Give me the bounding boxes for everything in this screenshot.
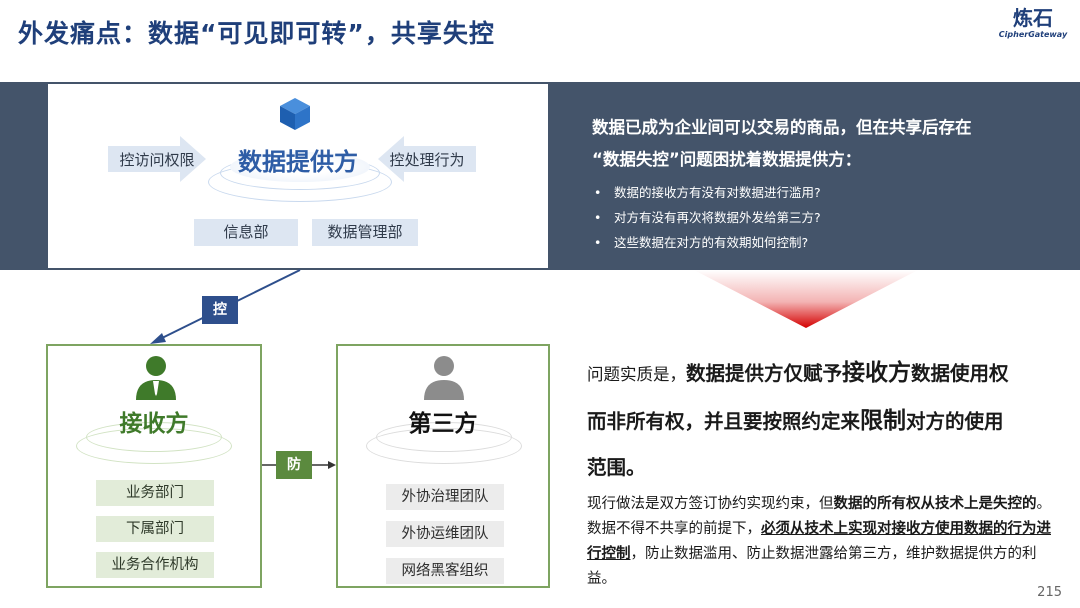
dept-information: 信息部 bbox=[194, 219, 298, 246]
behavior-control-arrow: 控处理行为 bbox=[378, 136, 476, 182]
essence-text: 数据提供方仅赋予 bbox=[686, 362, 843, 385]
issue-description: 数据已成为企业间可以交易的商品，但在共享后存在 “数据失控”问题困扰着数据提供方… bbox=[592, 112, 1052, 255]
essence-text: 而非所有权，并且要按照约定来 bbox=[587, 410, 861, 433]
practice-text: ，防止数据滥用、防止数据泄露给第三方，维护数据提供方的利益。 bbox=[587, 546, 1037, 587]
third-party-item: 外协运维团队 bbox=[386, 521, 504, 547]
issue-headline-1: 数据已成为企业间可以交易的商品，但在共享后存在 bbox=[592, 118, 972, 137]
receiver-item: 业务合作机构 bbox=[96, 552, 214, 578]
logo-name: 炼石 bbox=[1013, 6, 1053, 30]
issue-headline-2: “数据失控”问题困扰着数据提供方： bbox=[592, 150, 862, 169]
essence-highlight: 接收方 bbox=[842, 360, 912, 386]
access-control-label: 控访问权限 bbox=[119, 151, 195, 169]
essence-text: 对方的使用 bbox=[906, 410, 1004, 433]
receiver-card: 接收方 业务部门 下属部门 业务合作机构 bbox=[46, 344, 262, 588]
page-number: 215 bbox=[1037, 585, 1062, 600]
issue-bullet: 这些数据在对方的有效期如何控制? bbox=[592, 230, 1052, 255]
receiver-title: 接收方 bbox=[119, 411, 189, 437]
practice-bold: 数据的所有权从技术上是失控的 bbox=[833, 496, 1037, 512]
logo-subtitle: CipherGateway bbox=[998, 30, 1068, 39]
cube-icon bbox=[280, 98, 310, 130]
company-logo: 炼石 CipherGateway bbox=[998, 6, 1068, 39]
issue-bullets: 数据的接收方有没有对数据进行滥用? 对方有没有再次将数据外发给第三方? 这些数据… bbox=[592, 180, 1052, 255]
page-title: 外发痛点：数据“可见即可转”，共享失控 bbox=[18, 19, 495, 48]
behavior-control-label: 控处理行为 bbox=[389, 151, 465, 169]
control-tag: 控 bbox=[202, 296, 238, 324]
practice-text: 现行做法是双方签订协约实现约束，但 bbox=[587, 496, 834, 512]
access-control-arrow: 控访问权限 bbox=[108, 136, 206, 182]
third-party-card: 第三方 外协治理团队 外协运维团队 网络黑客组织 bbox=[336, 344, 550, 588]
user-icon bbox=[136, 356, 176, 400]
receiver-item: 下属部门 bbox=[96, 516, 214, 542]
defend-tag: 防 bbox=[276, 451, 312, 479]
essence-text: 数据使用权 bbox=[911, 362, 1009, 385]
essence-paragraph: 问题实质是，数据提供方仅赋予接收方数据使用权而非所有权，并且要按照约定来限制对方… bbox=[587, 350, 1057, 491]
down-arrow-icon bbox=[694, 270, 918, 328]
issue-bullet: 对方有没有再次将数据外发给第三方? bbox=[592, 205, 1052, 230]
essence-highlight: 限制 bbox=[860, 408, 907, 434]
data-provider-title: 数据提供方 bbox=[238, 148, 358, 176]
practice-paragraph: 现行做法是双方签订协约实现约束，但数据的所有权从技术上是失控的。数据不得不共享的… bbox=[587, 492, 1057, 592]
data-provider-panel: 数据提供方 控访问权限 控处理行为 信息部 数据管理部 bbox=[46, 82, 550, 270]
essence-lead: 问题实质是， bbox=[587, 365, 686, 384]
third-party-title: 第三方 bbox=[408, 411, 478, 437]
third-party-item: 外协治理团队 bbox=[386, 484, 504, 510]
essence-text: 范围。 bbox=[587, 456, 646, 479]
issue-bullet: 数据的接收方有没有对数据进行滥用? bbox=[592, 180, 1052, 205]
third-party-item: 网络黑客组织 bbox=[386, 558, 504, 584]
user-icon bbox=[424, 356, 464, 400]
dept-data-management: 数据管理部 bbox=[312, 219, 418, 246]
receiver-item: 业务部门 bbox=[96, 480, 214, 506]
